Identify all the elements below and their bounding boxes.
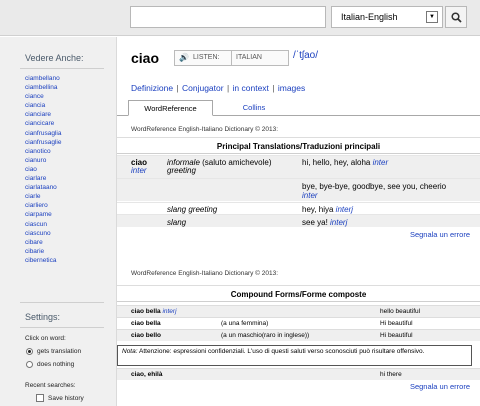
gets-translation-label: gets translation (37, 348, 82, 355)
table-row: ciao bella interj hello beautiful (117, 305, 480, 317)
main-content: ciao 🔊 LISTEN: ITALIAN /ˈtʃao/ Definizio… (117, 37, 480, 406)
translation-text: bye, bye-bye, goodbye, see you, cheerio (302, 182, 447, 191)
context-note: greeting (167, 166, 196, 175)
see-also-link[interactable]: cianfrusaglie (25, 138, 62, 147)
dictionary-select[interactable]: Italian-English ▼ (331, 6, 443, 28)
divider (20, 68, 104, 69)
see-also-link[interactable]: ciarlare (25, 174, 62, 183)
link-definizione[interactable]: Definizione (131, 83, 173, 93)
speaker-icon: 🔊 (179, 53, 189, 62)
see-also-link[interactable]: ciarlataano (25, 183, 62, 192)
translation-pos: interj (330, 218, 348, 227)
translation: hey, hiya interj (302, 205, 353, 214)
part-of-speech: interj (162, 308, 177, 315)
source-term: ciao, ehilà (131, 371, 163, 378)
translation-pos: inter (372, 158, 389, 167)
source-term-text: ciao bella (131, 308, 161, 315)
translation-pos: interj (335, 205, 354, 214)
table-row: ciao bella (a una femmina) Hi beautiful (117, 317, 480, 329)
listen-language[interactable]: ITALIAN (236, 54, 262, 61)
search-input[interactable] (130, 6, 326, 28)
search-button[interactable] (445, 6, 467, 28)
translation-pos: inter (302, 191, 318, 200)
note-label: Nota: (122, 348, 138, 355)
see-also-link[interactable]: ciance (25, 92, 62, 101)
see-also-title: Vedere Anche: (25, 53, 84, 63)
part-of-speech: inter (131, 166, 147, 175)
report-error-link[interactable]: Segnala un errore (410, 382, 470, 391)
link-conjugator[interactable]: Conjugator (182, 83, 224, 93)
see-also-link[interactable]: cibarie (25, 247, 62, 256)
note-text: Attenzione: espressioni confidenziali. L… (139, 348, 425, 355)
dictionary-select-value: Italian-English (341, 12, 398, 22)
table-row: ciao inter informale (saluto amichevole)… (117, 155, 480, 178)
see-also-link[interactable]: cianciare (25, 110, 62, 119)
link-images[interactable]: images (278, 83, 305, 93)
dictionary-tabs: WordReference Collins (117, 99, 480, 116)
context-detail: (saluto amichevole) (202, 158, 272, 167)
see-also-link[interactable]: cianfrusaglia (25, 129, 62, 138)
source-term: ciao bello (131, 332, 161, 339)
see-also-link[interactable]: ciao (25, 165, 62, 174)
context-note: slang greeting (167, 205, 218, 214)
radio-gets-translation[interactable] (26, 348, 33, 355)
translation-text: hey, hiya (302, 205, 334, 214)
context-note: slang (167, 218, 187, 227)
tab-wordreference[interactable]: WordReference (128, 100, 213, 116)
table-row: bye, bye-bye, goodbye, see you, cheerio … (117, 178, 480, 201)
top-search-bar: Italian-English ▼ (0, 0, 480, 36)
table-row: slang greeting hey, hiya interj (117, 202, 480, 214)
translation-text: Hi beautiful (380, 332, 413, 339)
recent-searches-label: Recent searches: (25, 382, 76, 389)
search-icon (451, 12, 462, 23)
dictionary-copyright: WordReference English-Italiano Dictionar… (131, 126, 279, 133)
table-row: slang see ya! interj (117, 214, 480, 227)
see-also-link[interactable]: ciambellina (25, 83, 62, 92)
see-also-link[interactable]: cibernetica (25, 256, 62, 265)
table-row: ciao, ehilà hi there (117, 368, 480, 380)
does-nothing-label: does nothing (37, 361, 75, 368)
divider (20, 302, 104, 303)
translation-text: see ya! (302, 218, 328, 227)
see-also-link[interactable]: ciarle (25, 192, 62, 201)
see-also-link[interactable]: ciancia (25, 101, 62, 110)
save-history-checkbox[interactable] (36, 394, 44, 402)
link-in-context[interactable]: in context (233, 83, 269, 93)
listen-label: LISTEN: (193, 54, 220, 61)
divider (231, 51, 232, 65)
compound-forms-heading: Compound Forms/Forme composte (117, 285, 480, 302)
see-also-link[interactable]: ciancicare (25, 119, 62, 128)
tab-collins[interactable]: Collins (214, 100, 294, 116)
translation: hi, hello, hey, aloha inter (302, 158, 388, 167)
see-also-link[interactable]: ciambellano (25, 74, 62, 83)
headword: ciao (131, 50, 160, 66)
see-also-link[interactable]: cianuro (25, 156, 62, 165)
entry-nav-links: Definizione | Conjugator | in context | … (131, 83, 306, 93)
chevron-down-icon: ▼ (426, 11, 438, 23)
translation: see ya! interj (302, 218, 347, 227)
dictionary-copyright: WordReference English-Italiano Dictionar… (131, 270, 279, 277)
see-also-link[interactable]: ciarliero (25, 201, 62, 210)
see-also-link[interactable]: ciascun (25, 220, 62, 229)
principal-translations-heading: Principal Translations/Traduzioni princi… (117, 137, 480, 154)
usage-note: Nota: Attenzione: espressioni confidenzi… (117, 345, 472, 366)
see-also-link[interactable]: ciarpame (25, 210, 62, 219)
pronunciation-ipa: /ˈtʃao/ (293, 50, 319, 61)
report-error-link[interactable]: Segnala un errore (410, 230, 470, 239)
save-history-label: Save history (48, 395, 84, 402)
see-also-list: ciambellano ciambellina ciance ciancia cianc… (25, 74, 62, 265)
click-on-word-label: Click on word: (25, 335, 66, 342)
divider (20, 327, 104, 328)
settings-title: Settings: (25, 312, 61, 322)
sidebar: Vedere Anche: ciambellano ciambellina cian… (0, 37, 117, 406)
translation-text: hi, hello, hey, aloha (302, 158, 371, 167)
listen-button[interactable]: 🔊 LISTEN: ITALIAN (174, 50, 289, 66)
translation-text: hi there (380, 371, 402, 378)
table-row: ciao bello (a un maschio(raro in inglese… (117, 329, 480, 341)
see-also-link[interactable]: ciascuno (25, 229, 62, 238)
context-note: (a un maschio(raro in inglese)) (221, 332, 310, 339)
radio-does-nothing[interactable] (26, 361, 33, 368)
see-also-link[interactable]: cianotico (25, 147, 62, 156)
see-also-link[interactable]: cibare (25, 238, 62, 247)
